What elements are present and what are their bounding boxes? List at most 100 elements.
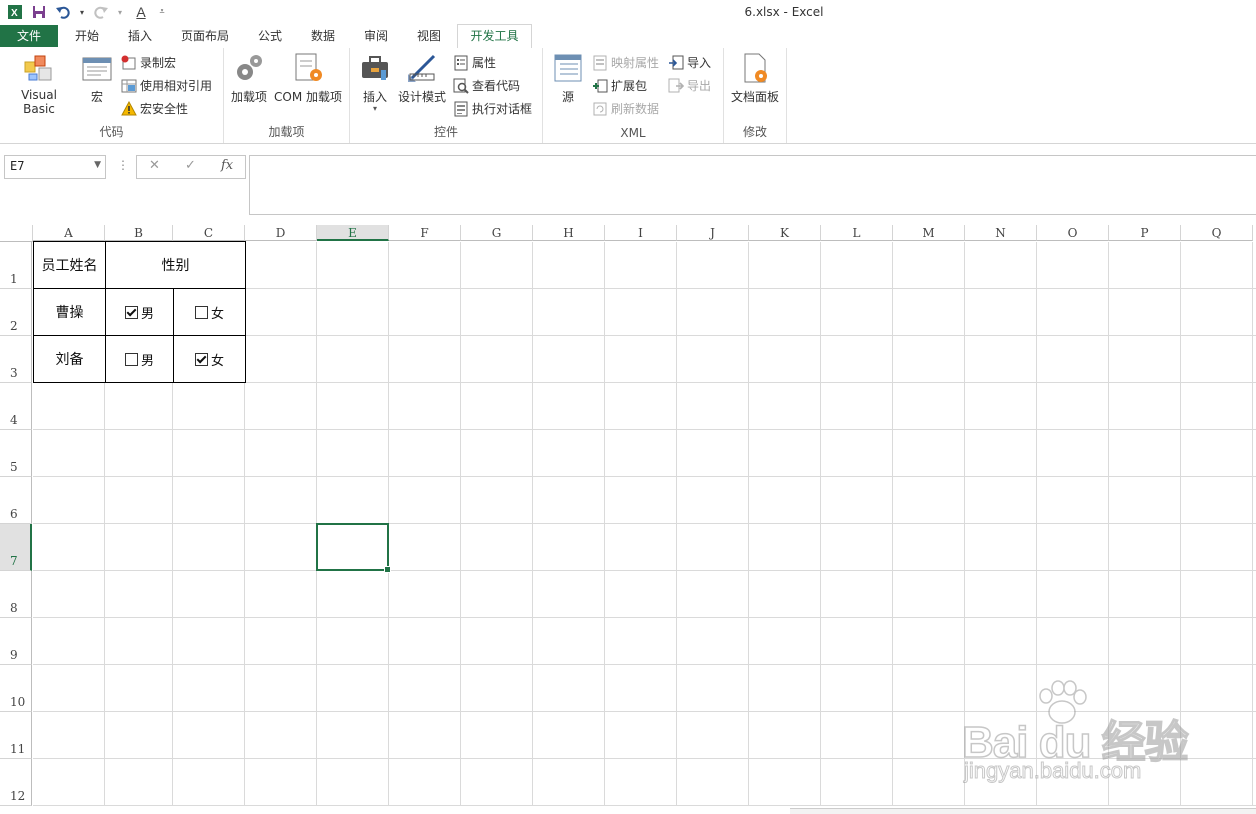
column-header-d[interactable]: D	[245, 225, 317, 241]
document-panel-button[interactable]: 文档面板	[728, 52, 782, 105]
row-number: 5	[10, 460, 18, 474]
tab-file[interactable]: 文件	[0, 25, 58, 47]
row-header-10[interactable]: 10	[0, 665, 32, 712]
gridline-horizontal	[33, 429, 1256, 430]
xml-source-button[interactable]: 源	[551, 52, 585, 105]
column-header-m[interactable]: M	[893, 225, 965, 241]
visual-basic-button[interactable]: Visual Basic	[4, 52, 74, 116]
gridline-vertical	[1252, 242, 1253, 806]
column-header-e[interactable]: E	[317, 225, 389, 241]
row-header-2[interactable]: 2	[0, 289, 32, 336]
name-box-value: E7	[10, 159, 25, 173]
row-header-1[interactable]: 1	[0, 242, 32, 289]
expansion-packs-label: 扩展包	[611, 79, 648, 93]
column-header-i[interactable]: I	[605, 225, 677, 241]
column-header-l[interactable]: L	[821, 225, 893, 241]
row-number: 12	[10, 789, 26, 803]
row-header-12[interactable]: 12	[0, 759, 32, 806]
record-macro-button[interactable]: 录制宏	[121, 53, 176, 73]
employee-name-cell[interactable]: 曹操	[33, 288, 106, 336]
column-header-p[interactable]: P	[1109, 225, 1181, 241]
tab-home[interactable]: 开始	[62, 25, 112, 47]
column-header-h[interactable]: H	[533, 225, 605, 241]
cancel-icon[interactable]: ✕	[149, 158, 160, 173]
column-header-g[interactable]: G	[461, 225, 533, 241]
import-button[interactable]: 导入	[668, 53, 711, 73]
row-header-3[interactable]: 3	[0, 336, 32, 383]
column-header-o[interactable]: O	[1037, 225, 1109, 241]
run-dialog-button[interactable]: 执行对话框	[453, 99, 532, 119]
checkbox-unchecked-icon[interactable]	[124, 352, 138, 366]
toolbox-icon	[359, 52, 391, 84]
checkbox-label: 男	[140, 306, 154, 322]
gridline-vertical	[820, 242, 821, 806]
checkbox-checked-icon[interactable]	[124, 305, 138, 319]
macro-security-button[interactable]: 宏安全性	[121, 99, 188, 119]
row-header-7[interactable]: 7	[0, 524, 32, 571]
column-header-a[interactable]: A	[33, 225, 105, 241]
male-checkbox-cell[interactable]: 男	[105, 288, 174, 336]
female-checkbox-cell[interactable]: 女	[173, 288, 246, 336]
name-box[interactable]: E7 ▼	[4, 155, 106, 179]
enter-icon[interactable]: ✓	[185, 158, 196, 173]
row-header-4[interactable]: 4	[0, 383, 32, 430]
tab-insert[interactable]: 插入	[115, 25, 165, 47]
row-header-6[interactable]: 6	[0, 477, 32, 524]
row-header-8[interactable]: 8	[0, 571, 32, 618]
tab-formulas[interactable]: 公式	[245, 25, 295, 47]
insert-function-icon[interactable]: fx	[221, 158, 233, 173]
design-mode-button[interactable]: 设计模式	[396, 52, 448, 105]
female-checkbox[interactable]: 女	[194, 350, 224, 369]
row-header-5[interactable]: 5	[0, 430, 32, 477]
checkbox-unchecked-icon[interactable]	[194, 305, 208, 319]
group-controls-label: 控件	[433, 125, 458, 139]
map-properties-label: 映射属性	[611, 56, 660, 70]
tab-review[interactable]: 审阅	[351, 25, 401, 47]
column-header-k[interactable]: K	[749, 225, 821, 241]
addins-button[interactable]: 加载项	[228, 52, 270, 105]
female-checkbox[interactable]: 女	[194, 303, 224, 322]
employee-name-text: 刘备	[55, 352, 84, 368]
com-addins-button[interactable]: COM 加载项	[272, 52, 344, 105]
row-number: 2	[10, 319, 18, 333]
gridline-vertical	[676, 242, 677, 806]
checkbox-checked-icon[interactable]	[194, 352, 208, 366]
male-checkbox[interactable]: 男	[124, 303, 154, 322]
column-header-b[interactable]: B	[105, 225, 173, 241]
properties-button[interactable]: 属性	[453, 53, 496, 73]
header-gender-cell[interactable]: 性别	[105, 241, 246, 289]
view-code-button[interactable]: 查看代码	[453, 76, 520, 96]
tab-page-layout[interactable]: 页面布局	[170, 25, 240, 47]
tab-developer[interactable]: 开发工具	[457, 24, 532, 49]
male-checkbox-cell[interactable]: 男	[105, 335, 174, 383]
row-header-9[interactable]: 9	[0, 618, 32, 665]
active-cell[interactable]	[316, 523, 391, 573]
formula-input[interactable]	[249, 155, 1256, 215]
formula-bar-grip-icon[interactable]: ⋮	[117, 158, 129, 172]
addins-label: 加载项	[230, 90, 267, 104]
header-gender-text: 性别	[161, 258, 190, 274]
female-checkbox-cell[interactable]: 女	[173, 335, 246, 383]
group-code-label: 代码	[99, 125, 124, 139]
column-header-c[interactable]: C	[173, 225, 245, 241]
row-header-11[interactable]: 11	[0, 712, 32, 759]
relative-references-button[interactable]: 使用相对引用	[121, 76, 212, 96]
chevron-down-icon[interactable]: ▼	[94, 160, 101, 170]
expansion-packs-button[interactable]: 扩展包	[592, 76, 647, 96]
column-header-n[interactable]: N	[965, 225, 1037, 241]
tab-view[interactable]: 视图	[404, 25, 454, 47]
run-dialog-icon	[453, 101, 469, 117]
column-header-f[interactable]: F	[389, 225, 461, 241]
macros-button[interactable]: 宏	[80, 52, 114, 105]
macro-security-label: 宏安全性	[140, 102, 189, 116]
employee-name-cell[interactable]: 刘备	[33, 335, 106, 383]
tab-data[interactable]: 数据	[298, 25, 348, 47]
column-header-j[interactable]: J	[677, 225, 749, 241]
horizontal-scrollbar[interactable]	[790, 808, 1256, 814]
select-all-corner[interactable]	[0, 225, 33, 242]
header-name-cell[interactable]: 员工姓名	[33, 241, 106, 289]
column-header-q[interactable]: Q	[1181, 225, 1253, 241]
com-addins-icon	[292, 52, 324, 84]
insert-control-button[interactable]: 插入 ▾	[358, 52, 392, 113]
male-checkbox[interactable]: 男	[124, 350, 154, 369]
